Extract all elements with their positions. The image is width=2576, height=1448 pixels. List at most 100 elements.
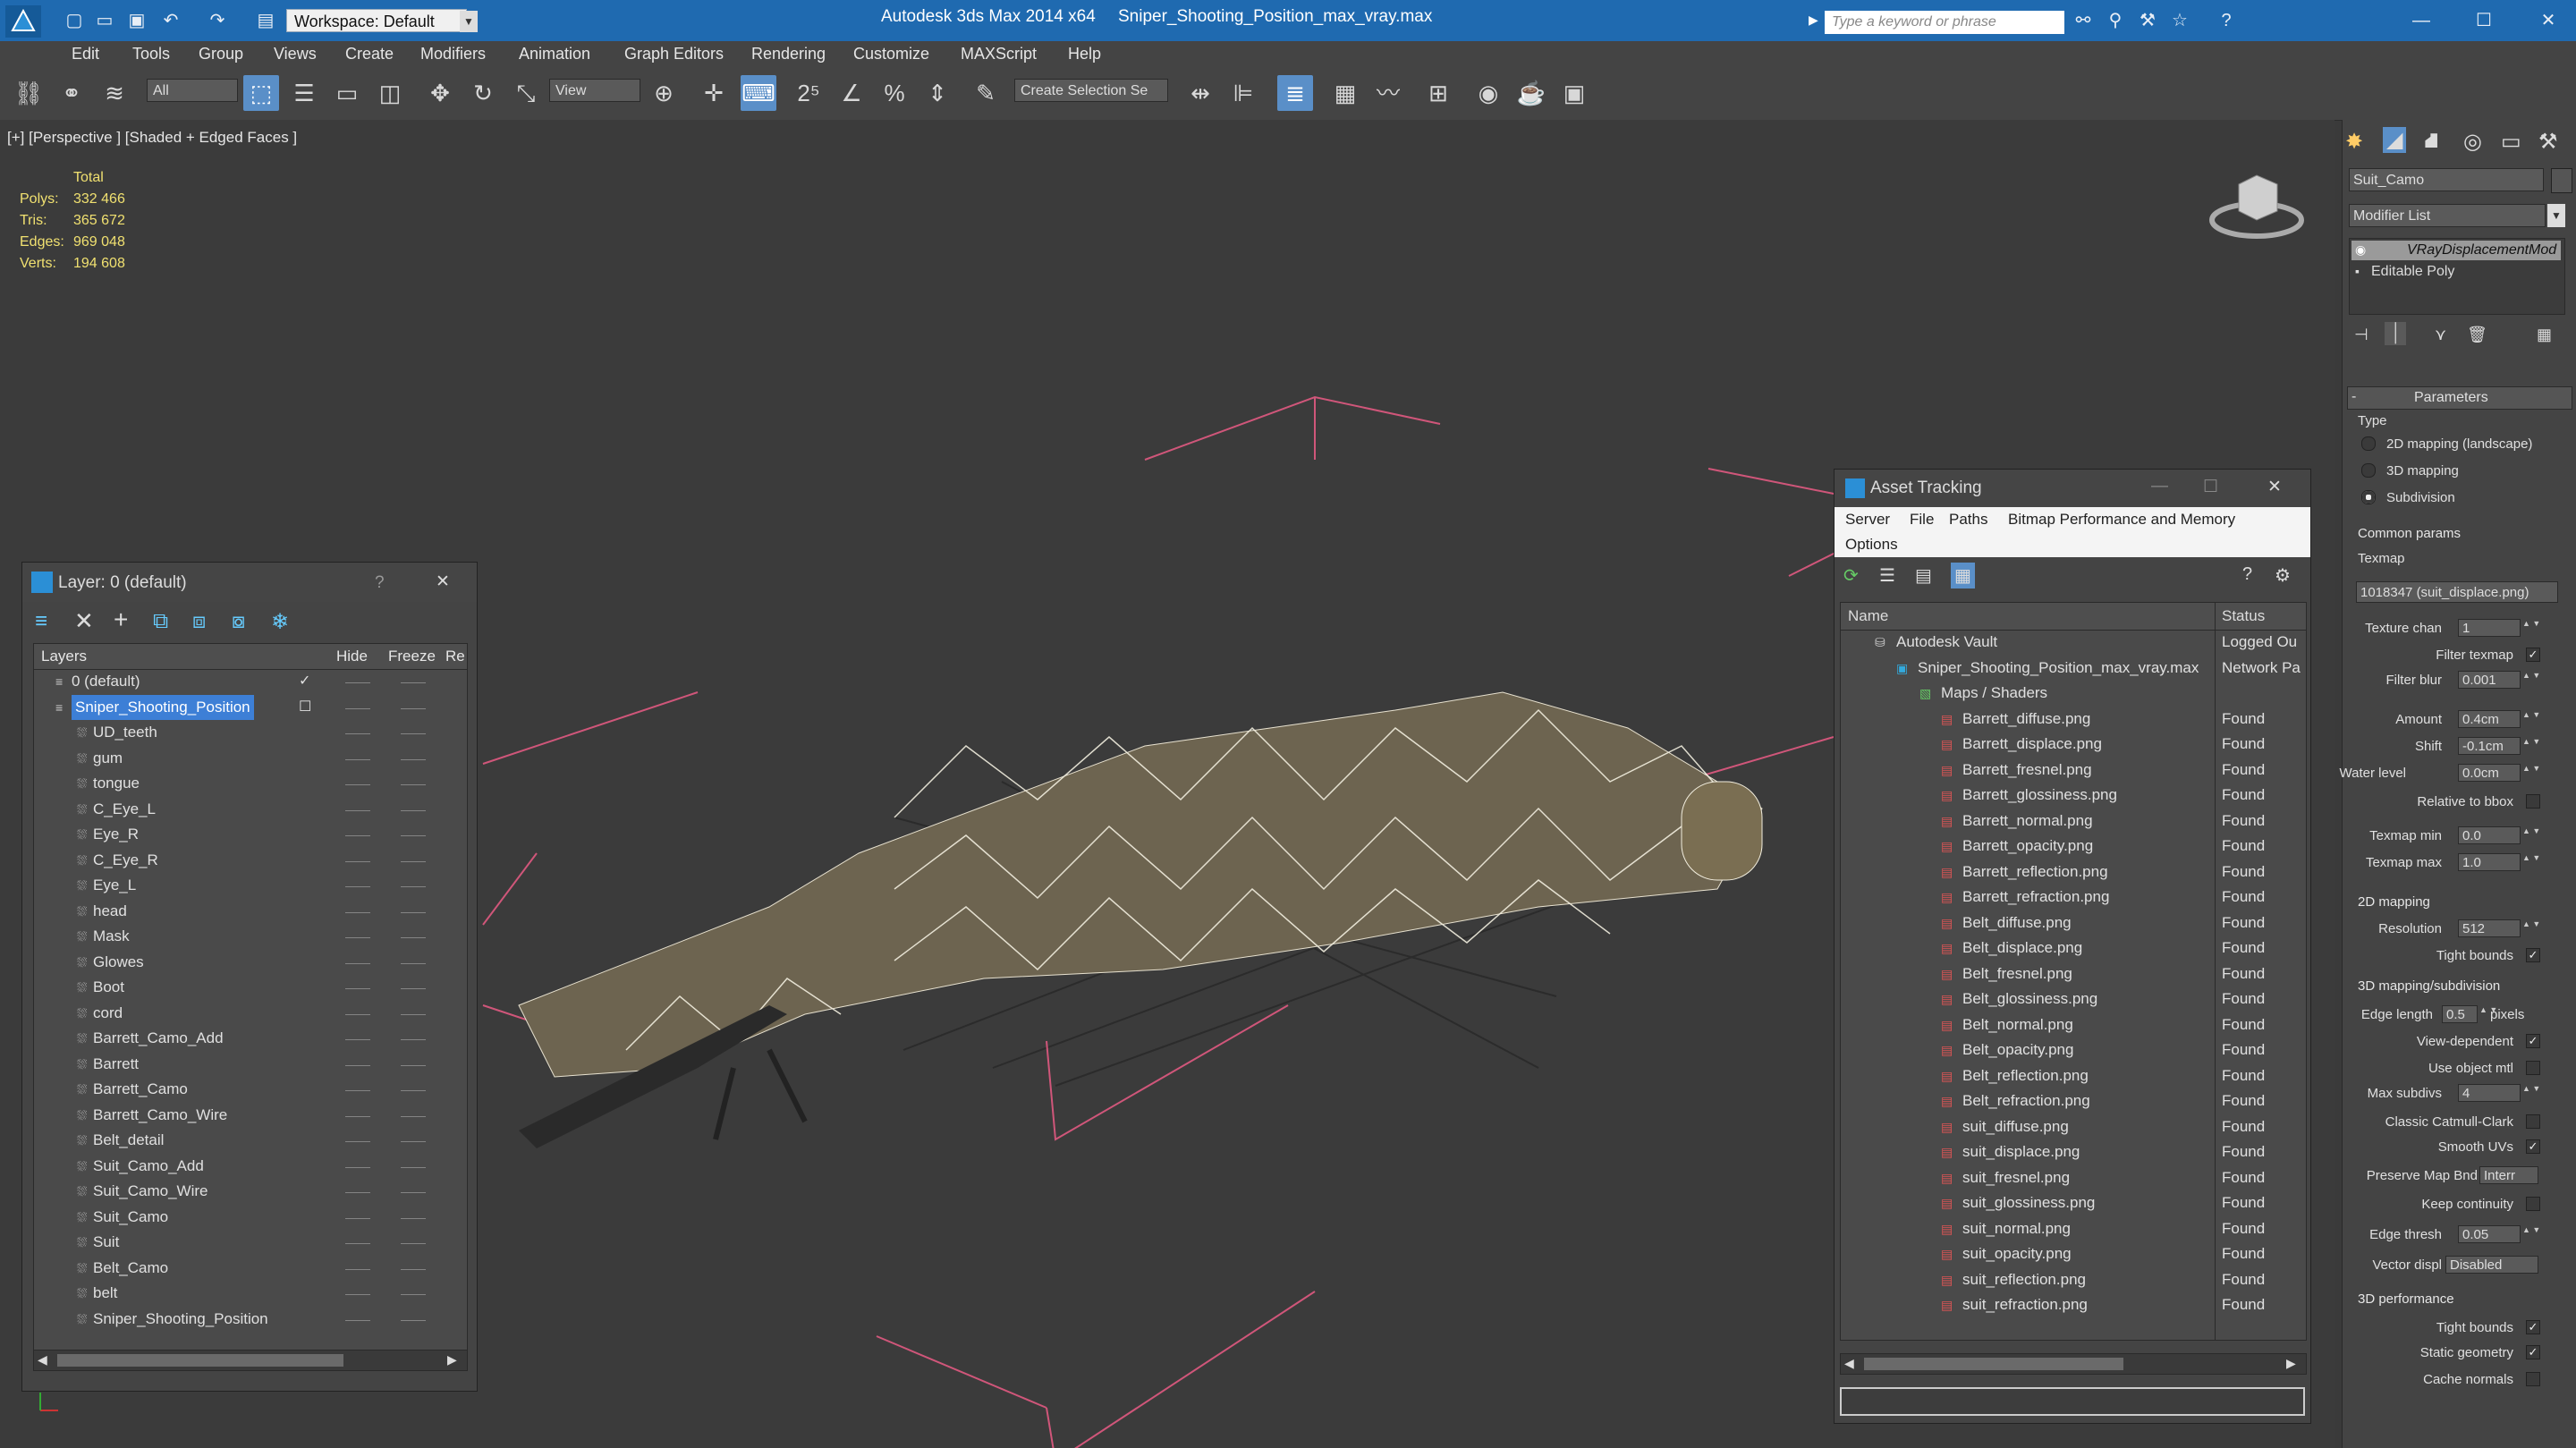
- bind-space-warp-icon[interactable]: ≋: [97, 75, 132, 111]
- col-layers[interactable]: Layers: [41, 648, 87, 665]
- set-current-layer-icon[interactable]: ☐: [299, 695, 311, 720]
- layer-object-row[interactable]: ⛆ cord —— ——: [34, 1001, 467, 1026]
- use-object-mtl-checkbox[interactable]: [2526, 1061, 2540, 1075]
- asset-menu-server[interactable]: Server: [1845, 511, 1890, 529]
- layer-object-row-freeze[interactable]: ——: [401, 1128, 426, 1153]
- modifier-list-dropdown-icon[interactable]: ▼: [2547, 204, 2565, 227]
- asset-row-map[interactable]: ▤ Barrett_diffuse.png Found: [1841, 707, 2306, 732]
- remove-modifier-icon[interactable]: 🗑: [2467, 326, 2487, 344]
- select-in-layer-icon[interactable]: ⧉: [153, 609, 168, 634]
- menu-rendering[interactable]: Rendering: [751, 45, 826, 64]
- radio-2d-landscape[interactable]: [2361, 436, 2376, 451]
- layer-object-row[interactable]: ⛆ Suit_Camo_Add —— ——: [34, 1154, 467, 1179]
- redo-icon[interactable]: ↷: [206, 9, 229, 32]
- display-tab-icon[interactable]: ▭: [2501, 129, 2521, 155]
- layer-object-row[interactable]: ⛆ Barrett_Camo —— ——: [34, 1077, 467, 1102]
- mirror-icon[interactable]: ⇹: [1182, 75, 1218, 111]
- layer-object-row-freeze[interactable]: ——: [401, 1179, 426, 1204]
- asset-table[interactable]: Name Status ⛁ Autodesk Vault Logged Ou ▣ Sni…: [1840, 602, 2307, 1341]
- asset-row-map[interactable]: ▤ Belt_reflection.png Found: [1841, 1063, 2306, 1089]
- percent-snap-icon[interactable]: %: [877, 75, 912, 111]
- layer-object-row-freeze[interactable]: ——: [401, 822, 426, 847]
- layer-object-row-hide[interactable]: ——: [345, 1205, 370, 1230]
- smooth-uvs-checkbox[interactable]: ✓: [2526, 1139, 2540, 1154]
- layer-object-row-hide[interactable]: ——: [345, 1077, 370, 1102]
- amount-field[interactable]: 0.4cm: [2458, 710, 2521, 728]
- rollout-collapse-icon[interactable]: -: [2351, 389, 2356, 405]
- texmap-button[interactable]: 1018347 (suit_displace.png): [2356, 581, 2558, 603]
- edge-length-field[interactable]: 0.5: [2442, 1005, 2478, 1023]
- edit-named-sets-icon[interactable]: ✎: [968, 75, 1004, 111]
- selection-filter-select[interactable]: All: [147, 79, 238, 102]
- material-editor-icon[interactable]: ◉: [1470, 75, 1506, 111]
- modifier-list-select[interactable]: Modifier List: [2349, 204, 2546, 227]
- col-status[interactable]: Status: [2222, 607, 2265, 625]
- asset-row-map[interactable]: ▤ Barrett_refraction.png Found: [1841, 885, 2306, 910]
- layer-object-row-freeze[interactable]: ——: [401, 771, 426, 796]
- texmap-max-field[interactable]: 1.0: [2458, 853, 2521, 871]
- layer-object-row-freeze[interactable]: ——: [401, 1001, 426, 1026]
- layer-object-row[interactable]: ⛆ Eye_R —— ——: [34, 822, 467, 847]
- maximize-icon[interactable]: ☐: [2472, 9, 2496, 32]
- asset-hscrollbar[interactable]: ◀ ▶: [1840, 1353, 2307, 1375]
- layer-object-row-hide[interactable]: ——: [345, 848, 370, 873]
- layer-object-row-freeze[interactable]: ——: [401, 1103, 426, 1128]
- layer-object-row[interactable]: ⛆ Barrett_Camo_Add —— ——: [34, 1026, 467, 1051]
- filter-texmap-checkbox[interactable]: ✓: [2526, 648, 2540, 662]
- layer-object-row-hide[interactable]: ——: [345, 720, 370, 745]
- layer-object-row-freeze[interactable]: ——: [401, 1205, 426, 1230]
- motion-tab-icon[interactable]: ◎: [2463, 129, 2482, 155]
- col-name[interactable]: Name: [1848, 607, 1888, 625]
- align-icon[interactable]: ⊫: [1225, 75, 1261, 111]
- save-file-icon[interactable]: ▣: [125, 9, 148, 32]
- layer-row-default[interactable]: ≡ 0 (default) ✓ —— ——: [34, 669, 467, 694]
- menu-group[interactable]: Group: [199, 45, 243, 64]
- layer-object-row[interactable]: ⛆ belt —— ——: [34, 1281, 467, 1306]
- asset-row-map[interactable]: ▤ Belt_displace.png Found: [1841, 936, 2306, 961]
- edge-thresh-spinner-icon[interactable]: ▲ ▼: [2522, 1225, 2540, 1234]
- window-crossing-icon[interactable]: ◫: [372, 75, 408, 111]
- layer-object-row-freeze[interactable]: ——: [401, 1077, 426, 1102]
- refresh-icon[interactable]: ⟳: [1843, 564, 1859, 587]
- vector-displ-field[interactable]: Disabled: [2445, 1256, 2538, 1274]
- search-input[interactable]: Type a keyword or phrase: [1825, 11, 2064, 34]
- highlight-layer-icon[interactable]: ⧈: [192, 609, 206, 634]
- asset-path-field[interactable]: [1840, 1387, 2305, 1416]
- layer-object-row-hide[interactable]: ——: [345, 924, 370, 949]
- select-object-icon[interactable]: ⬚: [243, 75, 279, 111]
- asset-row-map[interactable]: ▤ Belt_fresnel.png Found: [1841, 961, 2306, 987]
- max-subdivs-spinner-icon[interactable]: ▲ ▼: [2522, 1084, 2540, 1093]
- layer-object-row-hide[interactable]: ——: [345, 1154, 370, 1179]
- layer-object-row-hide[interactable]: ——: [345, 1052, 370, 1077]
- layer-window-help-icon[interactable]: ?: [375, 573, 385, 593]
- layer-object-row-freeze[interactable]: ——: [401, 746, 426, 771]
- delete-layer-icon[interactable]: ✕: [74, 607, 94, 635]
- menu-graph-editors[interactable]: Graph Editors: [624, 45, 724, 64]
- asset-row-map[interactable]: ▤ suit_diffuse.png Found: [1841, 1114, 2306, 1140]
- asset-menu-file[interactable]: File: [1910, 511, 1934, 529]
- menu-customize[interactable]: Customize: [853, 45, 929, 64]
- favorites-star-icon[interactable]: ☆: [2168, 9, 2191, 32]
- static-geometry-checkbox[interactable]: ✓: [2526, 1345, 2540, 1359]
- asset-row-map[interactable]: ▤ Belt_glossiness.png Found: [1841, 987, 2306, 1012]
- asset-row-map[interactable]: ▤ suit_displace.png Found: [1841, 1139, 2306, 1165]
- angle-snap-icon[interactable]: ∠: [834, 75, 869, 111]
- select-by-name-icon[interactable]: ☰: [286, 75, 322, 111]
- view-dependent-checkbox[interactable]: ✓: [2526, 1034, 2540, 1048]
- layer-object-row-hide[interactable]: ——: [345, 1307, 370, 1332]
- create-tab-icon[interactable]: ✸: [2345, 129, 2363, 155]
- menu-maxscript[interactable]: MAXScript: [961, 45, 1037, 64]
- texmap-min-field[interactable]: 0.0: [2458, 826, 2521, 844]
- create-layer-icon[interactable]: ≡: [35, 609, 47, 634]
- keep-continuity-checkbox[interactable]: [2526, 1197, 2540, 1211]
- asset-row-map[interactable]: ▤ Barrett_reflection.png Found: [1841, 859, 2306, 885]
- modifier-on-icon[interactable]: ◉: [2355, 242, 2366, 258]
- pivot-center-icon[interactable]: ⊕: [646, 75, 682, 111]
- layer-object-row[interactable]: ⛆ Mask —— ——: [34, 924, 467, 949]
- asset-menu-bitmap[interactable]: Bitmap Performance and Memory: [2008, 511, 2235, 529]
- move-icon[interactable]: ✥: [422, 75, 458, 111]
- asset-close-icon[interactable]: ✕: [2267, 477, 2282, 497]
- layer-object-row-freeze[interactable]: ——: [401, 950, 426, 975]
- parameters-rollout-header[interactable]: - Parameters: [2347, 386, 2572, 410]
- help-icon[interactable]: ?: [2215, 9, 2238, 32]
